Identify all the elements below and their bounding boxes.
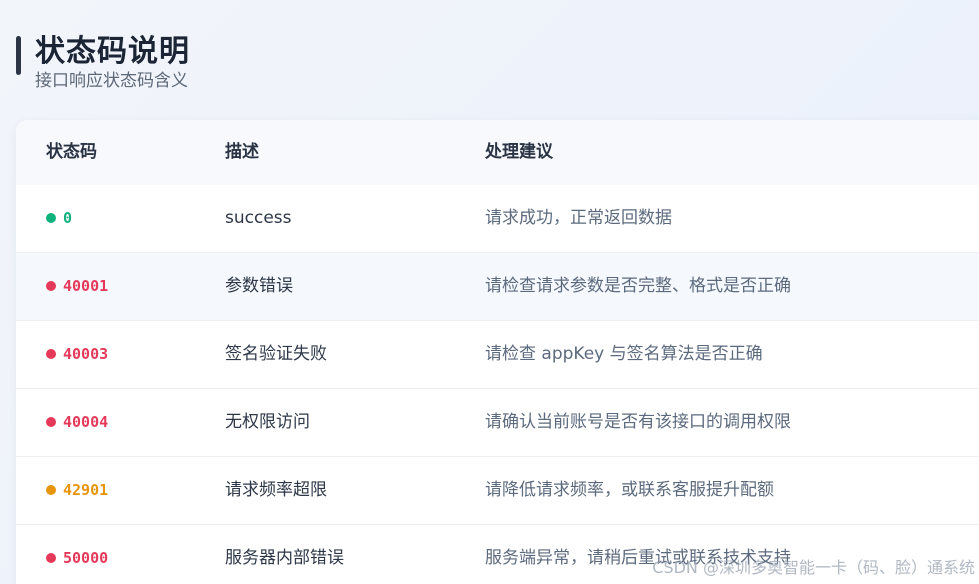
table-body: 0 success 请求成功，正常返回数据 40001 参数错误 请检查请求参数…: [16, 185, 979, 584]
status-desc-cell: 无权限访问: [225, 412, 310, 432]
status-code-cell: 50000: [46, 525, 108, 584]
status-code-cell: 0: [46, 185, 72, 252]
column-header-desc: 描述: [225, 142, 259, 162]
status-desc-cell: success: [225, 208, 292, 228]
table-row: 40004 无权限访问 请确认当前账号是否有该接口的调用权限: [16, 388, 979, 456]
status-dot-icon: [46, 212, 56, 223]
status-code-table: 状态码 描述 处理建议 0 success 请求成功，正常返回数据 40001 …: [16, 120, 979, 584]
status-tip-cell: 请求成功，正常返回数据: [485, 208, 672, 228]
column-header-tip: 处理建议: [485, 142, 553, 162]
status-dot-icon: [46, 348, 56, 359]
status-desc-cell: 参数错误: [225, 276, 293, 296]
status-code-value: 40004: [63, 413, 109, 431]
status-tip-cell: 请确认当前账号是否有该接口的调用权限: [485, 412, 791, 432]
status-code-cell: 40004: [46, 389, 108, 456]
status-tip-cell: 请检查 appKey 与签名算法是否正确: [485, 344, 763, 364]
page-title: 状态码说明: [35, 34, 190, 69]
status-code-cell: 40003: [46, 321, 108, 388]
status-code-cell: 42901: [46, 457, 108, 524]
status-code-value: 0: [63, 209, 73, 227]
table-row: 42901 请求频率超限 请降低请求频率，或联系客服提升配额: [16, 456, 979, 524]
status-desc-cell: 请求频率超限: [225, 480, 327, 500]
column-header-code: 状态码: [46, 142, 97, 162]
status-tip-cell: 请降低请求频率，或联系客服提升配额: [485, 480, 774, 500]
status-code-value: 40001: [63, 277, 109, 295]
watermark: CSDN @深圳多奥智能一卡（码、脸）通系统: [652, 558, 975, 577]
status-code-value: 50000: [63, 549, 109, 567]
status-dot-icon: [46, 552, 56, 563]
title-accent-bar: [16, 36, 21, 75]
table-row: 40003 签名验证失败 请检查 appKey 与签名算法是否正确: [16, 320, 979, 388]
table-row: 0 success 请求成功，正常返回数据: [16, 185, 979, 252]
status-code-cell: 40001: [46, 253, 108, 320]
table-header: 状态码 描述 处理建议: [16, 120, 979, 185]
page-subtitle: 接口响应状态码含义: [35, 71, 188, 91]
status-dot-icon: [46, 416, 56, 427]
status-code-value: 40003: [63, 345, 109, 363]
status-code-value: 42901: [63, 481, 109, 499]
status-desc-cell: 签名验证失败: [225, 344, 327, 364]
status-dot-icon: [46, 280, 56, 291]
table-row: 40001 参数错误 请检查请求参数是否完整、格式是否正确: [16, 252, 979, 320]
status-dot-icon: [46, 484, 56, 495]
status-desc-cell: 服务器内部错误: [225, 548, 344, 568]
status-tip-cell: 请检查请求参数是否完整、格式是否正确: [485, 276, 791, 296]
